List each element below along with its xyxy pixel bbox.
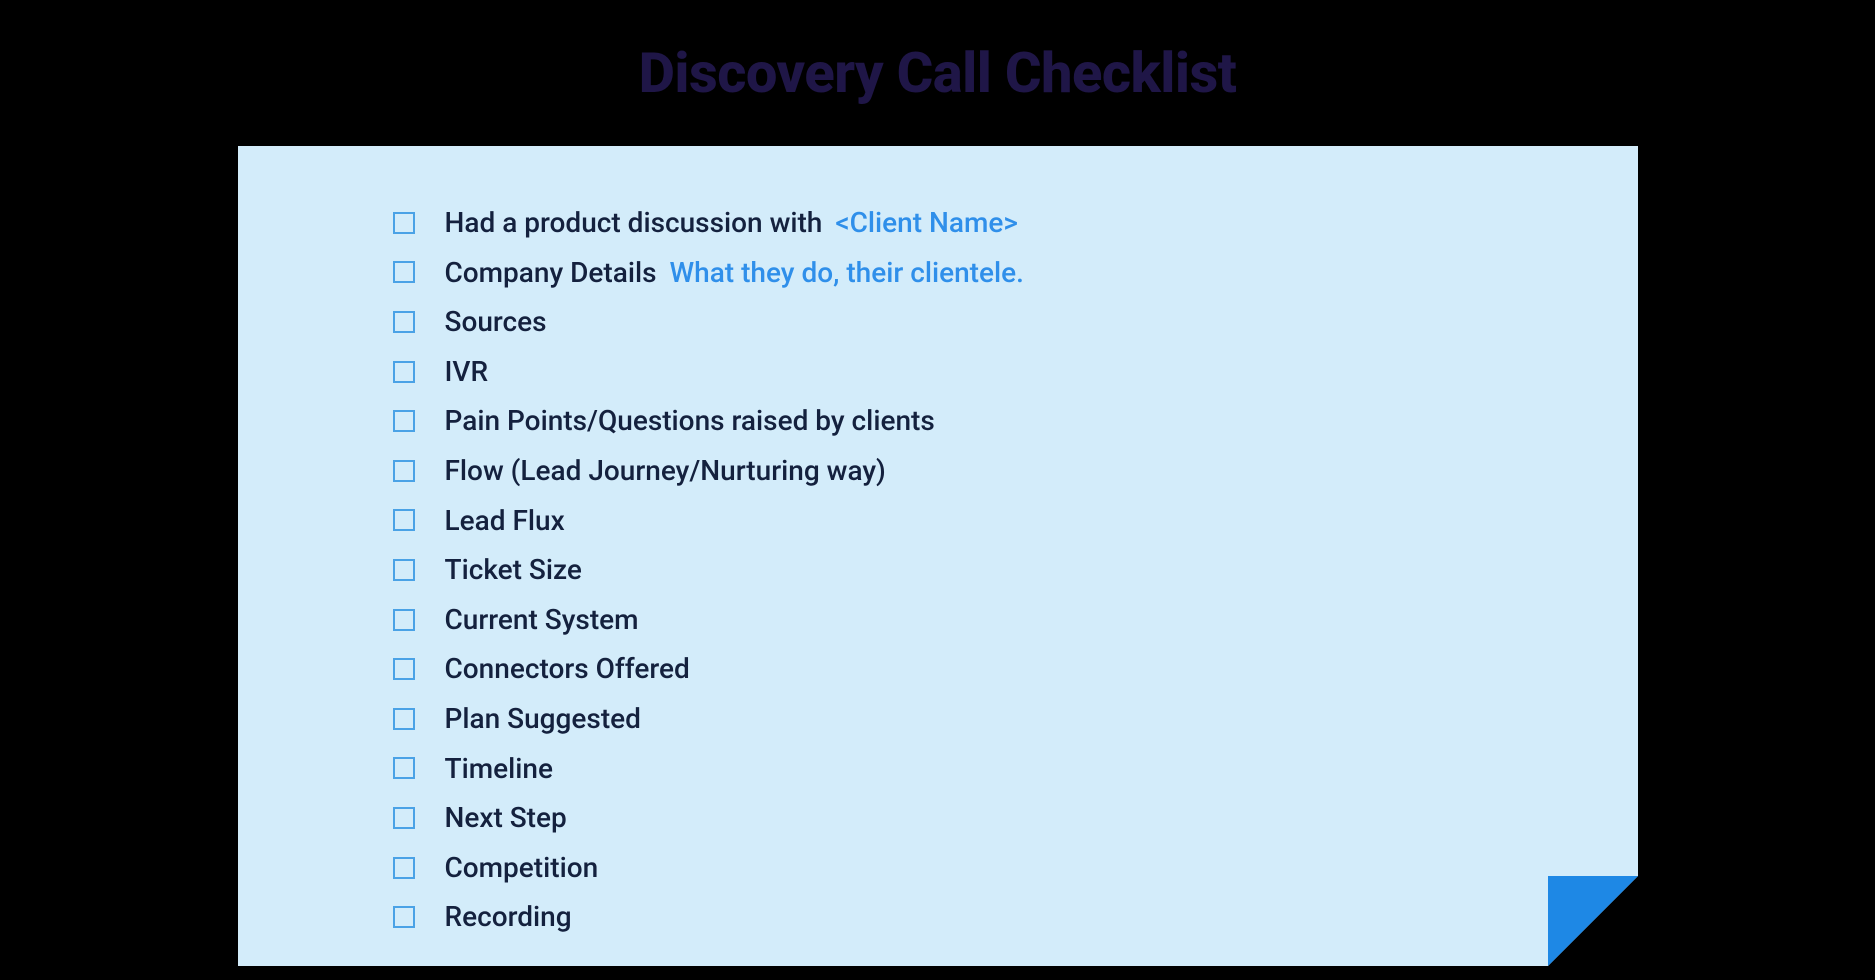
checkbox-icon[interactable]: [393, 658, 415, 680]
checkbox-icon[interactable]: [393, 311, 415, 333]
item-text: Recording: [445, 900, 578, 934]
item-label: IVR: [445, 355, 489, 388]
checkbox-icon[interactable]: [393, 757, 415, 779]
checklist-item: Timeline: [393, 752, 1638, 786]
checklist-item: Plan Suggested: [393, 702, 1638, 736]
item-label: Had a product discussion with: [445, 206, 823, 239]
item-text: Pain Points/Questions raised by clients: [445, 404, 941, 438]
checkbox-icon[interactable]: [393, 361, 415, 383]
checkbox-icon[interactable]: [393, 708, 415, 730]
checkbox-icon[interactable]: [393, 857, 415, 879]
checkbox-icon[interactable]: [393, 410, 415, 432]
checkbox-icon[interactable]: [393, 212, 415, 234]
item-label: Plan Suggested: [445, 702, 641, 735]
item-text: Current System: [445, 603, 645, 637]
item-text: Competition: [445, 851, 605, 885]
checklist-item: Current System: [393, 603, 1638, 637]
checkbox-icon[interactable]: [393, 906, 415, 928]
item-hint: <Client Name>: [835, 206, 1018, 239]
checklist-item: Pain Points/Questions raised by clients: [393, 404, 1638, 438]
item-label: Connectors Offered: [445, 652, 690, 685]
checklist-item: Company Details What they do, their clie…: [393, 256, 1638, 290]
page-fold-icon: [1548, 876, 1638, 966]
item-text: Connectors Offered: [445, 652, 696, 686]
item-label: Timeline: [445, 752, 553, 785]
item-label: Ticket Size: [445, 553, 582, 586]
checklist-item: Recording: [393, 900, 1638, 934]
item-text: Timeline: [445, 752, 559, 786]
item-label: Recording: [445, 900, 572, 933]
checklist-item: Next Step: [393, 801, 1638, 835]
item-hint: What they do, their clientele.: [669, 256, 1023, 289]
item-text: Had a product discussion with <Client Na…: [445, 206, 1018, 240]
checklist: Had a product discussion with <Client Na…: [393, 206, 1638, 934]
item-text: IVR: [445, 355, 495, 389]
item-label: Lead Flux: [445, 504, 565, 537]
item-label: Sources: [445, 305, 547, 338]
item-label: Flow (Lead Journey/Nurturing way): [445, 454, 886, 487]
item-label: Next Step: [445, 801, 567, 834]
item-text: Lead Flux: [445, 504, 571, 538]
item-text: Sources: [445, 305, 553, 339]
item-text: Ticket Size: [445, 553, 588, 587]
checklist-item: Connectors Offered: [393, 652, 1638, 686]
checkbox-icon[interactable]: [393, 609, 415, 631]
checklist-item: Sources: [393, 305, 1638, 339]
checklist-item: Flow (Lead Journey/Nurturing way): [393, 454, 1638, 488]
checklist-card: Had a product discussion with <Client Na…: [238, 146, 1638, 966]
page: Discovery Call Checklist Had a product d…: [0, 0, 1875, 980]
item-text: Flow (Lead Journey/Nurturing way): [445, 454, 892, 488]
checkbox-icon[interactable]: [393, 261, 415, 283]
checkbox-icon[interactable]: [393, 460, 415, 482]
item-text: Next Step: [445, 801, 573, 835]
checkbox-icon[interactable]: [393, 559, 415, 581]
checkbox-icon[interactable]: [393, 807, 415, 829]
checklist-item: Lead Flux: [393, 504, 1638, 538]
item-label: Competition: [445, 851, 599, 884]
checklist-item: Had a product discussion with <Client Na…: [393, 206, 1638, 240]
item-text: Plan Suggested: [445, 702, 647, 736]
item-label: Company Details: [445, 256, 657, 289]
checklist-item: Ticket Size: [393, 553, 1638, 587]
item-text: Company Details What they do, their clie…: [445, 256, 1024, 290]
checklist-item: Competition: [393, 851, 1638, 885]
checklist-item: IVR: [393, 355, 1638, 389]
item-label: Current System: [445, 603, 639, 636]
checkbox-icon[interactable]: [393, 509, 415, 531]
page-title: Discovery Call Checklist: [639, 40, 1237, 106]
item-label: Pain Points/Questions raised by clients: [445, 404, 935, 437]
